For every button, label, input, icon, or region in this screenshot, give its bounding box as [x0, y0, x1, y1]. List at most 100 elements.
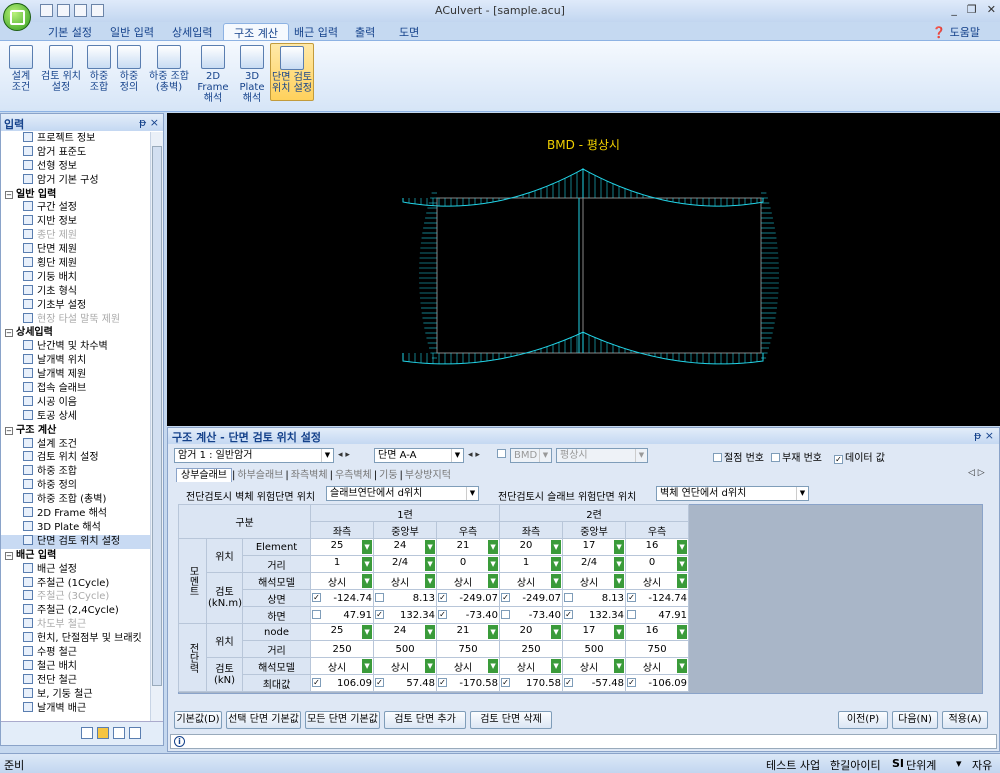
dropdown-arrow-icon[interactable]: ▼	[614, 625, 625, 639]
next-button[interactable]: 다음(N)	[892, 711, 938, 729]
dropdown-arrow-icon[interactable]: ▼	[488, 540, 499, 554]
tree-item[interactable]: 횡단 제원	[1, 257, 151, 271]
section-nav-arrows[interactable]: ◂ ▸	[468, 450, 480, 460]
grid-cell[interactable]: 750	[625, 640, 690, 658]
checkbox-checked[interactable]: ✓	[438, 677, 448, 687]
dropdown-arrow-icon[interactable]: ▼	[551, 658, 562, 673]
ribbon-load-definition-button[interactable]: 하중 정의	[116, 43, 142, 101]
subtab-bottom-slab[interactable]: 하부슬래브	[235, 469, 285, 482]
tree-group[interactable]: − 배근 입력	[1, 549, 151, 563]
dropdown-arrow-icon[interactable]: ▼	[677, 658, 688, 673]
grid-cell[interactable]: -73.40	[499, 606, 564, 624]
selected-section-default-button[interactable]: 선택 단면 기본값	[226, 711, 301, 729]
shear-slab-select[interactable]: 벽체 연단에서 d위치 ▼	[656, 486, 809, 501]
dropdown-arrow-icon[interactable]: ▼	[614, 540, 625, 554]
tab-drawing[interactable]: 도면	[389, 23, 429, 40]
all-sections-default-button[interactable]: 모든 단면 기본값	[305, 711, 380, 729]
tree-item[interactable]: 날개벽 제원	[1, 368, 151, 382]
subtab-column[interactable]: 기둥	[377, 469, 399, 482]
dropdown-arrow-icon[interactable]: ▼	[551, 573, 562, 588]
grid-cell[interactable]: 상시 ▼	[499, 572, 564, 590]
dropdown-arrow-icon[interactable]: ▼	[488, 573, 499, 588]
grid-cell[interactable]: 25 ▼	[310, 538, 375, 556]
tree-scrollbar[interactable]	[150, 132, 163, 722]
grid-cell[interactable]: 0 ▼	[625, 555, 690, 573]
tab-general-input[interactable]: 일반 입력	[100, 23, 164, 40]
shear-wall-select[interactable]: 슬래브연단에서 d위치 ▼	[326, 486, 479, 501]
grid-cell[interactable]: 250	[310, 640, 375, 658]
tree-item[interactable]: 단면 제원	[1, 243, 151, 257]
tree-item[interactable]: 선형 정보	[1, 159, 151, 174]
dropdown-arrow-icon[interactable]: ▼	[614, 658, 625, 673]
checkbox-checked[interactable]: ✓	[375, 609, 385, 619]
grid-cell[interactable]: ✓ -249.07	[499, 589, 564, 607]
subtab-top-slab[interactable]: 상부슬래브	[176, 468, 232, 482]
grid-cell[interactable]: 25 ▼	[310, 623, 375, 641]
tree-item[interactable]: 시공 이음	[1, 395, 151, 410]
dropdown-arrow-icon[interactable]: ▼	[362, 625, 373, 639]
tree-item[interactable]: 배근 설정	[1, 562, 151, 577]
ribbon-check-position-button[interactable]: 검토 위치 설정	[38, 43, 84, 101]
grid-cell[interactable]: 21 ▼	[436, 538, 501, 556]
grid-cell[interactable]: 17 ▼	[562, 538, 627, 556]
grid-cell[interactable]: 47.91	[625, 606, 690, 624]
chevron-down-icon[interactable]: ▾	[956, 757, 962, 770]
grid-cell[interactable]: 21 ▼	[436, 623, 501, 641]
tree-item[interactable]: 날개벽 배근	[1, 701, 151, 716]
checkbox-checked[interactable]: ✓	[501, 677, 511, 687]
node-number-checkbox[interactable]: 절점 번호	[713, 449, 764, 464]
dropdown-arrow-icon[interactable]: ▼	[614, 557, 625, 571]
grid-cell[interactable]: 20 ▼	[499, 538, 564, 556]
subtab-left-wall[interactable]: 좌측벽체	[289, 469, 330, 482]
grid-cell[interactable]: 8.13	[562, 589, 627, 607]
dropdown-arrow-icon[interactable]: ▼	[677, 540, 688, 554]
apply-button[interactable]: 적용(A)	[942, 711, 988, 729]
tree-item[interactable]: 차도부 철근	[1, 618, 151, 632]
tree-item[interactable]: 현장 타설 말뚝 제원	[1, 312, 151, 327]
grid-cell[interactable]: 250	[499, 640, 564, 658]
tree-item[interactable]: 전단 철근	[1, 673, 151, 688]
collapse-icon[interactable]: −	[5, 426, 13, 435]
grid-cell[interactable]: 24 ▼	[373, 538, 438, 556]
dropdown-arrow-icon[interactable]: ▼	[488, 658, 499, 673]
scrollbar-thumb[interactable]	[152, 146, 162, 686]
collapse-icon[interactable]: −	[5, 551, 13, 560]
checkbox-box[interactable]	[627, 609, 637, 619]
grid-cell[interactable]: 24 ▼	[373, 623, 438, 641]
culvert-select[interactable]: 암거 1 : 일반암거 ▼	[174, 448, 334, 463]
ribbon-load-combination-wall-button[interactable]: 하중 조합 (총벽)	[146, 43, 192, 101]
tab-detail-input[interactable]: 상세입력	[162, 23, 222, 40]
dropdown-arrow-icon[interactable]: ▼	[677, 625, 688, 639]
panel-tool-icon[interactable]	[81, 727, 93, 739]
tree-item[interactable]: 보, 기둥 철근	[1, 687, 151, 702]
grid-cell[interactable]: ✓ -106.09	[625, 674, 690, 692]
tree-item[interactable]: 날개벽 위치	[1, 354, 151, 368]
tree-item[interactable]: 주철근 (2,4Cycle)	[1, 604, 151, 618]
tree-item[interactable]: 헌치, 단절점부 및 브래킷	[1, 632, 151, 646]
tree-item[interactable]: 프로젝트 정보	[1, 132, 151, 146]
ribbon-3d-plate-button[interactable]: 3D Plate 해석	[235, 43, 269, 104]
dropdown-arrow-icon[interactable]: ▼	[677, 573, 688, 588]
tree-item[interactable]: 단면 검토 위치 설정	[1, 534, 151, 549]
tree-item[interactable]: 검토 위치 설정	[1, 451, 151, 465]
grid-cell[interactable]: 1 ▼	[499, 555, 564, 573]
grid-cell[interactable]: ✓ 57.48	[373, 674, 438, 692]
ribbon-load-combination-button[interactable]: 하중 조합	[86, 43, 112, 101]
checkbox-checked[interactable]: ✓	[312, 592, 322, 602]
tree-group[interactable]: − 일반 입력	[1, 188, 151, 202]
grid-cell[interactable]: 상시 ▼	[310, 657, 375, 675]
tab-output[interactable]: 출력	[345, 23, 385, 40]
tree-item[interactable]: 설계 조건	[1, 437, 151, 452]
checkbox-box[interactable]	[375, 592, 385, 602]
grid-cell[interactable]: 17 ▼	[562, 623, 627, 641]
grid-cell[interactable]: ✓ -124.74	[310, 589, 375, 607]
dropdown-arrow-icon[interactable]: ▼	[362, 658, 373, 673]
grid-cell[interactable]: 상시 ▼	[625, 572, 690, 590]
checkbox-box[interactable]	[312, 609, 322, 619]
grid-cell[interactable]: 500	[562, 640, 627, 658]
checkbox-checked[interactable]: ✓	[312, 677, 322, 687]
dropdown-arrow-icon[interactable]: ▼	[425, 573, 436, 588]
subtab-scroll-arrows[interactable]: ◁ ▷	[968, 468, 985, 478]
tree-item[interactable]: 2D Frame 해석	[1, 507, 151, 521]
grid-cell[interactable]: 47.91	[310, 606, 375, 624]
